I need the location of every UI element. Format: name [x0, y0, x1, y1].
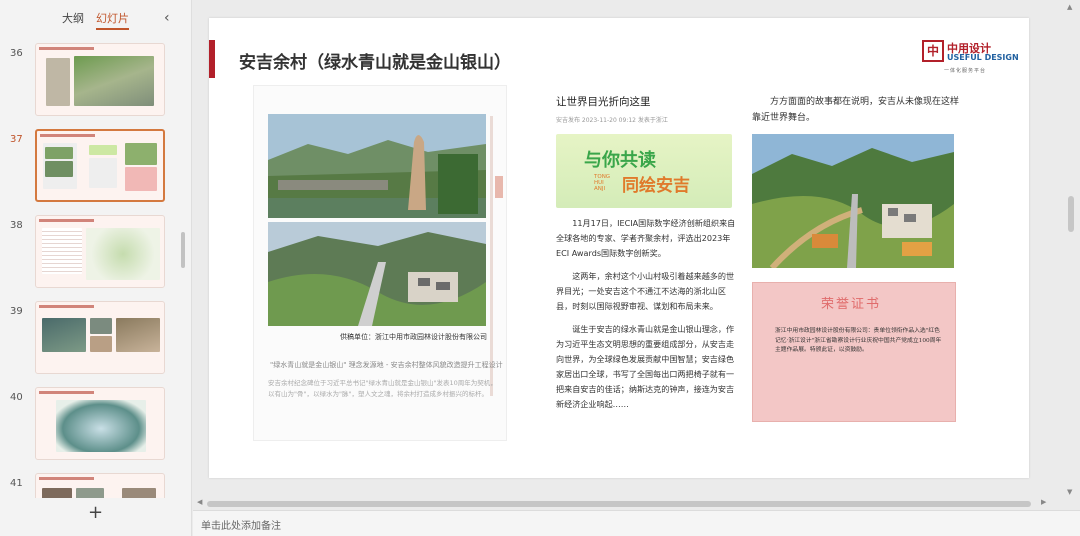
article-banner: 与你共读 TONG HUI ANJI 同绘安吉: [556, 134, 732, 208]
panel-tabs: 大纲 幻灯片: [62, 10, 129, 30]
scan-body-text: 安吉余村纪念碑位于习近平总书记"绿水青山就是金山银山"发表10周年为契机，以有山…: [268, 379, 497, 398]
company-logo: 中 中用设计 USEFUL DESIGN 一体化服务平台: [922, 40, 1019, 76]
logo-subtitle: 一体化服务平台: [944, 68, 987, 74]
banner-small-text: TONG HUI ANJI: [594, 174, 611, 192]
article-paragraph: 这两年，余村这个小山村吸引着越来越多的世界目光；一处安吉这个不通江不达海的浙北山…: [556, 271, 735, 311]
panel-scrollbar[interactable]: [181, 232, 185, 268]
slide-title[interactable]: 安吉余村（绿水青山就是金山银山）: [239, 48, 511, 73]
article-scan-image[interactable]: 供稿单位：浙江中用市政园林设计股份有限公司 "绿水青山就是金山银山" 理念发源地…: [253, 85, 507, 441]
slide-thumbnail[interactable]: 38: [0, 212, 192, 290]
scroll-down-icon[interactable]: ▼: [1067, 488, 1072, 496]
yucun-aerial-photo[interactable]: [752, 134, 954, 271]
vertical-scrollbar[interactable]: ▲ ▼: [1065, 0, 1077, 498]
scan-headline: "绿水青山就是金山银山" 理念发源地 - 安吉余村整体风貌改造提升工程设计: [270, 361, 503, 369]
certificate-heading: 荣誉证书: [821, 297, 882, 312]
slide-number: 39: [10, 306, 23, 317]
scroll-right-icon[interactable]: ▶: [1041, 498, 1046, 506]
slide-canvas: 安吉余村（绿水青山就是金山银山） 中 中用设计 USEFUL DESIGN 一体…: [193, 0, 1080, 510]
article-meta: 安吉发布 2023-11-20 09:12 发表于浙江: [556, 117, 668, 124]
plus-icon[interactable]: +: [88, 502, 103, 523]
horizontal-scroll-thumb[interactable]: [207, 501, 1031, 507]
slide-preview[interactable]: [35, 387, 165, 460]
title-accent-bar: [209, 40, 215, 78]
logo-en-text: USEFUL DESIGN: [947, 53, 1019, 62]
article-paragraph: 诞生于安吉的绿水青山就是金山银山理念，作为习近平生态文明思想的重要组成部分，从安…: [556, 324, 735, 409]
tab-slides[interactable]: 幻灯片: [96, 10, 129, 30]
logo-mark: 中: [922, 40, 944, 62]
horizontal-scrollbar[interactable]: ◀ ▶: [193, 498, 1080, 510]
honor-certificate[interactable]: 荣誉证书 浙江中用市政园林设计股份有限公司：贵单位领衔作品入选"红色记忆·浙江设…: [752, 282, 956, 422]
banner-line1: 与你共读: [584, 150, 656, 171]
slide-thumbnail-list: 36 37 38 39 40 41: [0, 40, 192, 498]
village-river-photo: [268, 114, 486, 218]
slide-number: 36: [10, 48, 23, 59]
slide-thumbnail[interactable]: 36: [0, 40, 192, 118]
article-column[interactable]: 让世界目光折向这里 安吉发布 2023-11-20 09:12 发表于浙江 与你…: [556, 94, 736, 412]
slide-number: 37: [10, 134, 23, 145]
tab-outline[interactable]: 大纲: [62, 10, 84, 30]
slide-preview[interactable]: [35, 43, 165, 116]
slide-number: 40: [10, 392, 23, 403]
village-aerial-photo: [268, 222, 486, 326]
slide-preview[interactable]: [35, 301, 165, 374]
banner-line2: 同绘安吉: [622, 176, 690, 196]
slide-thumbnail[interactable]: 37: [0, 126, 192, 204]
scroll-left-icon[interactable]: ◀: [197, 498, 202, 506]
vertical-scroll-thumb[interactable]: [1068, 196, 1074, 232]
article-title: 让世界目光折向这里: [556, 96, 651, 108]
slide-thumbnail[interactable]: 39: [0, 298, 192, 376]
slide-thumbnail[interactable]: 40: [0, 384, 192, 462]
slide[interactable]: 安吉余村（绿水青山就是金山银山） 中 中用设计 USEFUL DESIGN 一体…: [209, 18, 1029, 478]
chevron-left-icon[interactable]: ‹: [164, 10, 170, 26]
slide-number: 41: [10, 478, 23, 489]
slide-preview[interactable]: [35, 473, 165, 498]
photo-caption: 供稿单位：浙江中用市政园林设计股份有限公司: [340, 333, 487, 341]
slide-number: 38: [10, 220, 23, 231]
slide-preview[interactable]: [35, 129, 165, 202]
right-column-text[interactable]: 方方面面的故事都在说明，安吉从未像现在这样靠近世界舞台。: [752, 94, 962, 126]
notes-pane[interactable]: 单击此处添加备注: [193, 510, 1080, 536]
slides-panel: 大纲 幻灯片 ‹ 36 37 38 39 40 41 +: [0, 0, 192, 536]
notes-placeholder[interactable]: 单击此处添加备注: [201, 517, 281, 532]
slide-preview[interactable]: [35, 215, 165, 288]
slide-thumbnail[interactable]: 41: [0, 470, 192, 498]
article-paragraph: 11月17日，IECIA国际数字经济创新组织来自全球各地的专家、学者齐聚余村，评…: [556, 218, 736, 258]
vertical-text-strip: [486, 116, 504, 396]
scroll-up-icon[interactable]: ▲: [1067, 3, 1072, 11]
certificate-body: 浙江中用市政园林设计股份有限公司：贵单位领衔作品入选"红色记忆·浙江设计"浙江省…: [775, 328, 942, 353]
